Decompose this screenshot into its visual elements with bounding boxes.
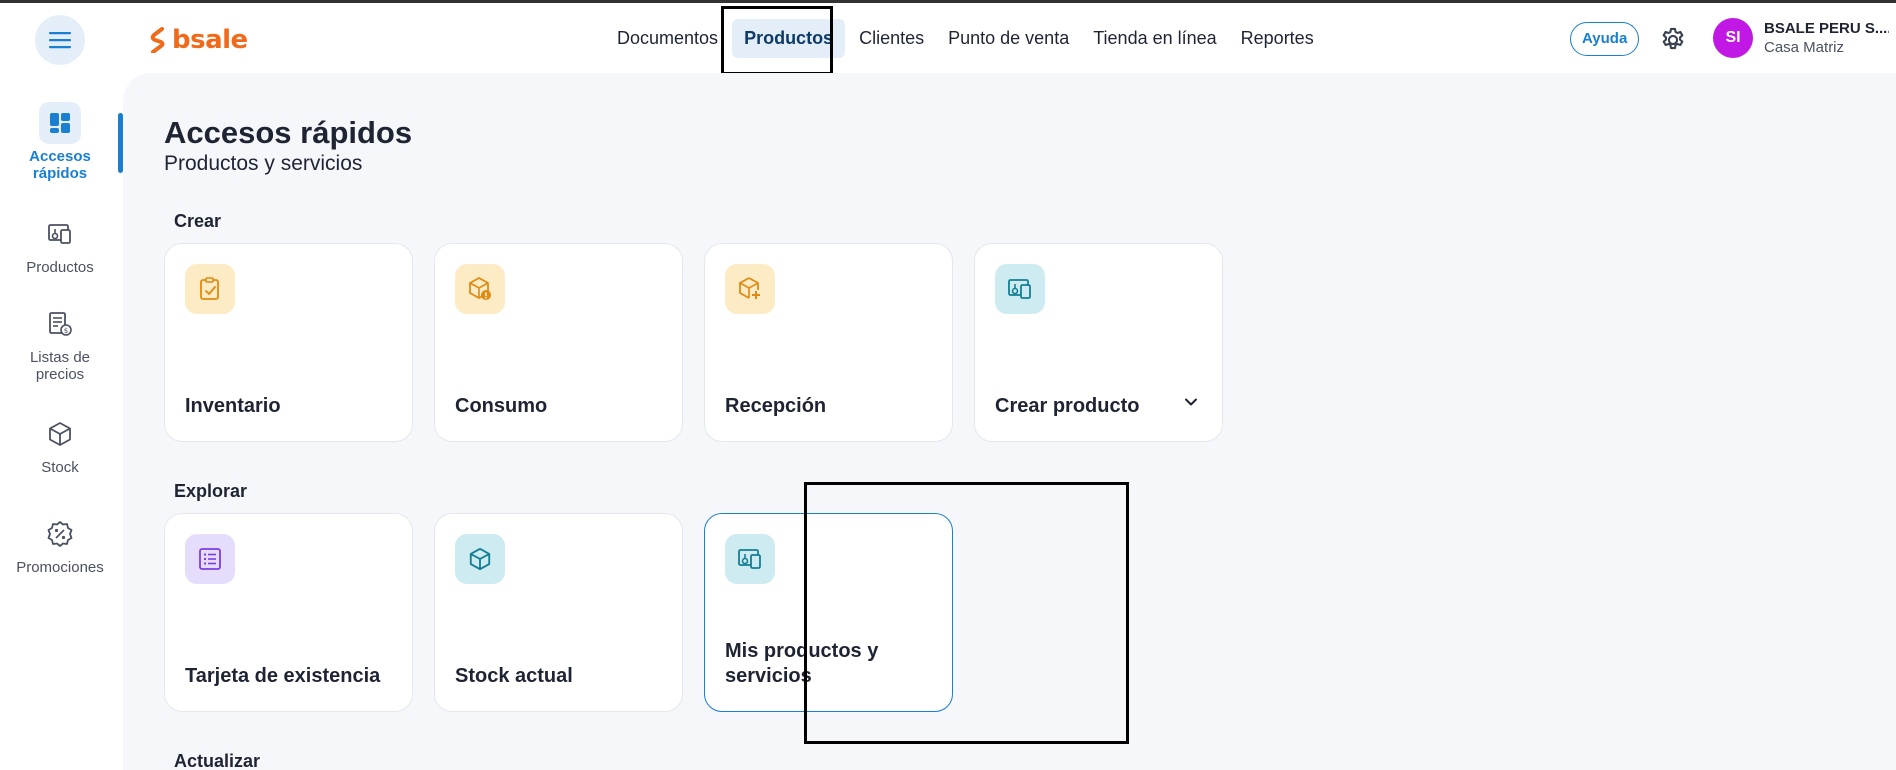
card-label: Inventario xyxy=(185,395,281,417)
card-label: Mis productos y servicios xyxy=(725,640,879,687)
nav-tienda-en-linea[interactable]: Tienda en línea xyxy=(1081,19,1228,58)
sidebar-item-label: Stock xyxy=(41,459,79,476)
product-icon xyxy=(39,213,81,255)
product-icon xyxy=(725,534,775,584)
card-label: Recepción xyxy=(725,395,827,417)
top-header: bsale Documentos Productos Clientes Punt… xyxy=(0,3,1896,75)
clipboard-check-icon xyxy=(185,264,235,314)
sidebar-item-accesos-rapidos[interactable]: Accesos rápidos xyxy=(0,102,120,182)
card-stock-actual[interactable]: Stock actual xyxy=(434,513,683,712)
card-label: Stock actual xyxy=(455,665,573,687)
cube-icon xyxy=(455,534,505,584)
card-inventario[interactable]: Inventario xyxy=(164,243,413,442)
section-title-actualizar: Actualizar xyxy=(174,751,261,770)
section-title-explorar: Explorar xyxy=(174,481,248,501)
card-label: Consumo xyxy=(455,395,548,417)
company-info[interactable]: BSALE PERU S.... Casa Matriz xyxy=(1764,20,1889,56)
sidebar-item-listas-de-precios[interactable]: $ Listas de precios xyxy=(0,303,120,383)
hamburger-icon xyxy=(49,32,71,49)
section-title-crear: Crear xyxy=(174,211,222,231)
sidebar-item-label: Promociones xyxy=(16,559,104,576)
discount-icon xyxy=(39,513,81,555)
card-crear-producto[interactable]: Crear producto xyxy=(974,243,1223,442)
card-tarjeta-de-existencia[interactable]: Tarjeta de existencia xyxy=(164,513,413,712)
sidebar-item-stock[interactable]: Stock xyxy=(0,413,120,476)
bsale-logo[interactable]: bsale xyxy=(150,25,248,55)
card-label: Crear producto xyxy=(995,395,1140,417)
card-recepcion[interactable]: Recepción xyxy=(704,243,953,442)
nav-documentos[interactable]: Documentos xyxy=(605,19,730,58)
sidebar-item-productos[interactable]: Productos xyxy=(0,213,120,276)
sidebar-item-label: Listas de precios xyxy=(29,349,91,383)
branch-name: Casa Matriz xyxy=(1764,39,1845,56)
bsale-logo-text: bsale xyxy=(172,25,248,55)
page-subtitle: Productos y servicios xyxy=(164,152,363,175)
hamburger-menu-button[interactable] xyxy=(35,15,85,65)
sidebar-item-promociones[interactable]: Promociones xyxy=(0,513,120,576)
nav-productos-wrapper: Productos xyxy=(721,6,846,75)
page-title: Accesos rápidos xyxy=(164,115,413,150)
dashboard-icon xyxy=(39,102,81,144)
sidebar-item-label: Accesos rápidos xyxy=(29,148,91,182)
main-content: Accesos rápidos Productos y servicios Cr… xyxy=(123,73,1896,770)
list-icon xyxy=(185,534,235,584)
box-alert-icon: ! xyxy=(455,264,505,314)
cube-icon xyxy=(39,413,81,455)
sidebar-item-label: Productos xyxy=(26,259,94,276)
svg-text:!: ! xyxy=(484,292,488,301)
sidebar: Accesos rápidos Productos $ Listas de pr… xyxy=(0,73,123,770)
bsale-logo-icon xyxy=(150,27,165,53)
company-name: BSALE PERU S.... xyxy=(1764,20,1889,37)
price-list-icon: $ xyxy=(39,303,81,345)
main-navigation: Documentos Productos Clientes Punto de v… xyxy=(605,6,1326,75)
card-consumo[interactable]: ! Consumo xyxy=(434,243,683,442)
svg-text:$: $ xyxy=(64,327,68,335)
box-plus-icon xyxy=(725,264,775,314)
gear-icon[interactable] xyxy=(1659,26,1687,54)
card-mis-productos-y-servicios[interactable]: Mis productos y servicios xyxy=(704,513,953,712)
chevron-down-icon[interactable] xyxy=(1182,393,1200,411)
avatar[interactable]: SI xyxy=(1713,18,1753,58)
nav-productos[interactable]: Productos xyxy=(732,19,846,58)
help-button[interactable]: Ayuda xyxy=(1570,22,1640,56)
card-label: Tarjeta de existencia xyxy=(185,665,381,687)
nav-clientes[interactable]: Clientes xyxy=(847,19,936,58)
nav-reportes[interactable]: Reportes xyxy=(1229,19,1326,58)
nav-punto-de-venta[interactable]: Punto de venta xyxy=(936,19,1081,58)
product-icon xyxy=(995,264,1045,314)
